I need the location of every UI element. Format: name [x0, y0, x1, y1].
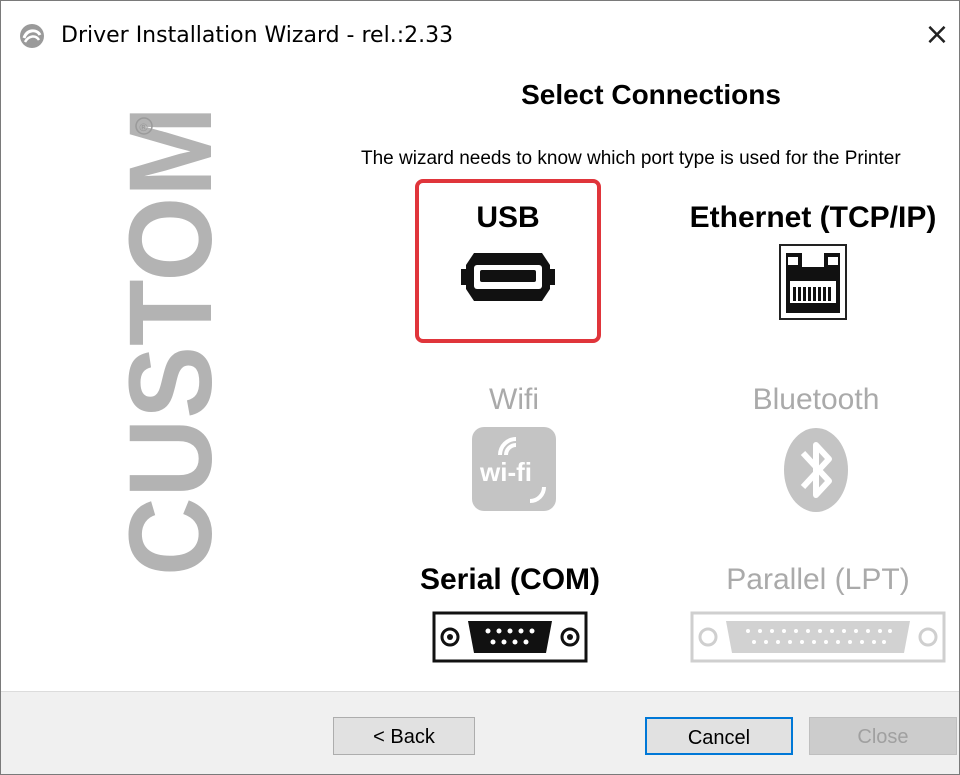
parallel-port-icon [690, 611, 946, 663]
app-icon [20, 24, 44, 48]
option-label: Bluetooth [752, 383, 880, 416]
page-description: The wizard needs to know which port type… [361, 148, 901, 169]
close-button[interactable]: Close [809, 717, 957, 755]
title-bar: Driver Installation Wizard - rel.:2.33 × [1, 1, 959, 61]
cancel-button[interactable]: Cancel [645, 717, 793, 755]
option-label: USB [476, 201, 540, 234]
wizard-window: Driver Installation Wizard - rel.:2.33 ×… [0, 0, 960, 775]
option-bluetooth: Bluetooth [723, 383, 909, 520]
option-label: Ethernet (TCP/IP) [689, 201, 937, 234]
option-label: Serial (COM) [419, 563, 601, 596]
close-window-button[interactable]: × [915, 13, 959, 57]
window-title: Driver Installation Wizard - rel.:2.33 [61, 23, 454, 48]
option-label: Parallel (LPT) [726, 563, 910, 596]
option-serial[interactable]: Serial (COM) [395, 563, 625, 670]
bluetooth-icon [784, 428, 848, 512]
option-ethernet[interactable]: Ethernet (TCP/IP) [673, 201, 953, 328]
serial-port-icon [432, 611, 588, 663]
svg-text:wi-fi: wi-fi [479, 457, 532, 487]
wifi-icon: wi-fi [472, 427, 556, 511]
button-bar: < Back Cancel Close [1, 691, 959, 774]
option-parallel: Parallel (LPT) [689, 563, 947, 670]
back-button[interactable]: < Back [333, 717, 475, 755]
page-heading: Select Connections [521, 79, 781, 110]
option-wifi: Wifi wi-fi [421, 383, 607, 518]
ethernet-port-icon [779, 244, 847, 320]
usb-port-icon [461, 253, 555, 301]
registered-mark: ® [138, 121, 149, 134]
option-label: Wifi [489, 383, 539, 416]
logo-text: CUSTOM [111, 106, 221, 576]
option-usb[interactable]: USB [415, 201, 601, 312]
custom-logo: CUSTOM ® [111, 106, 221, 576]
